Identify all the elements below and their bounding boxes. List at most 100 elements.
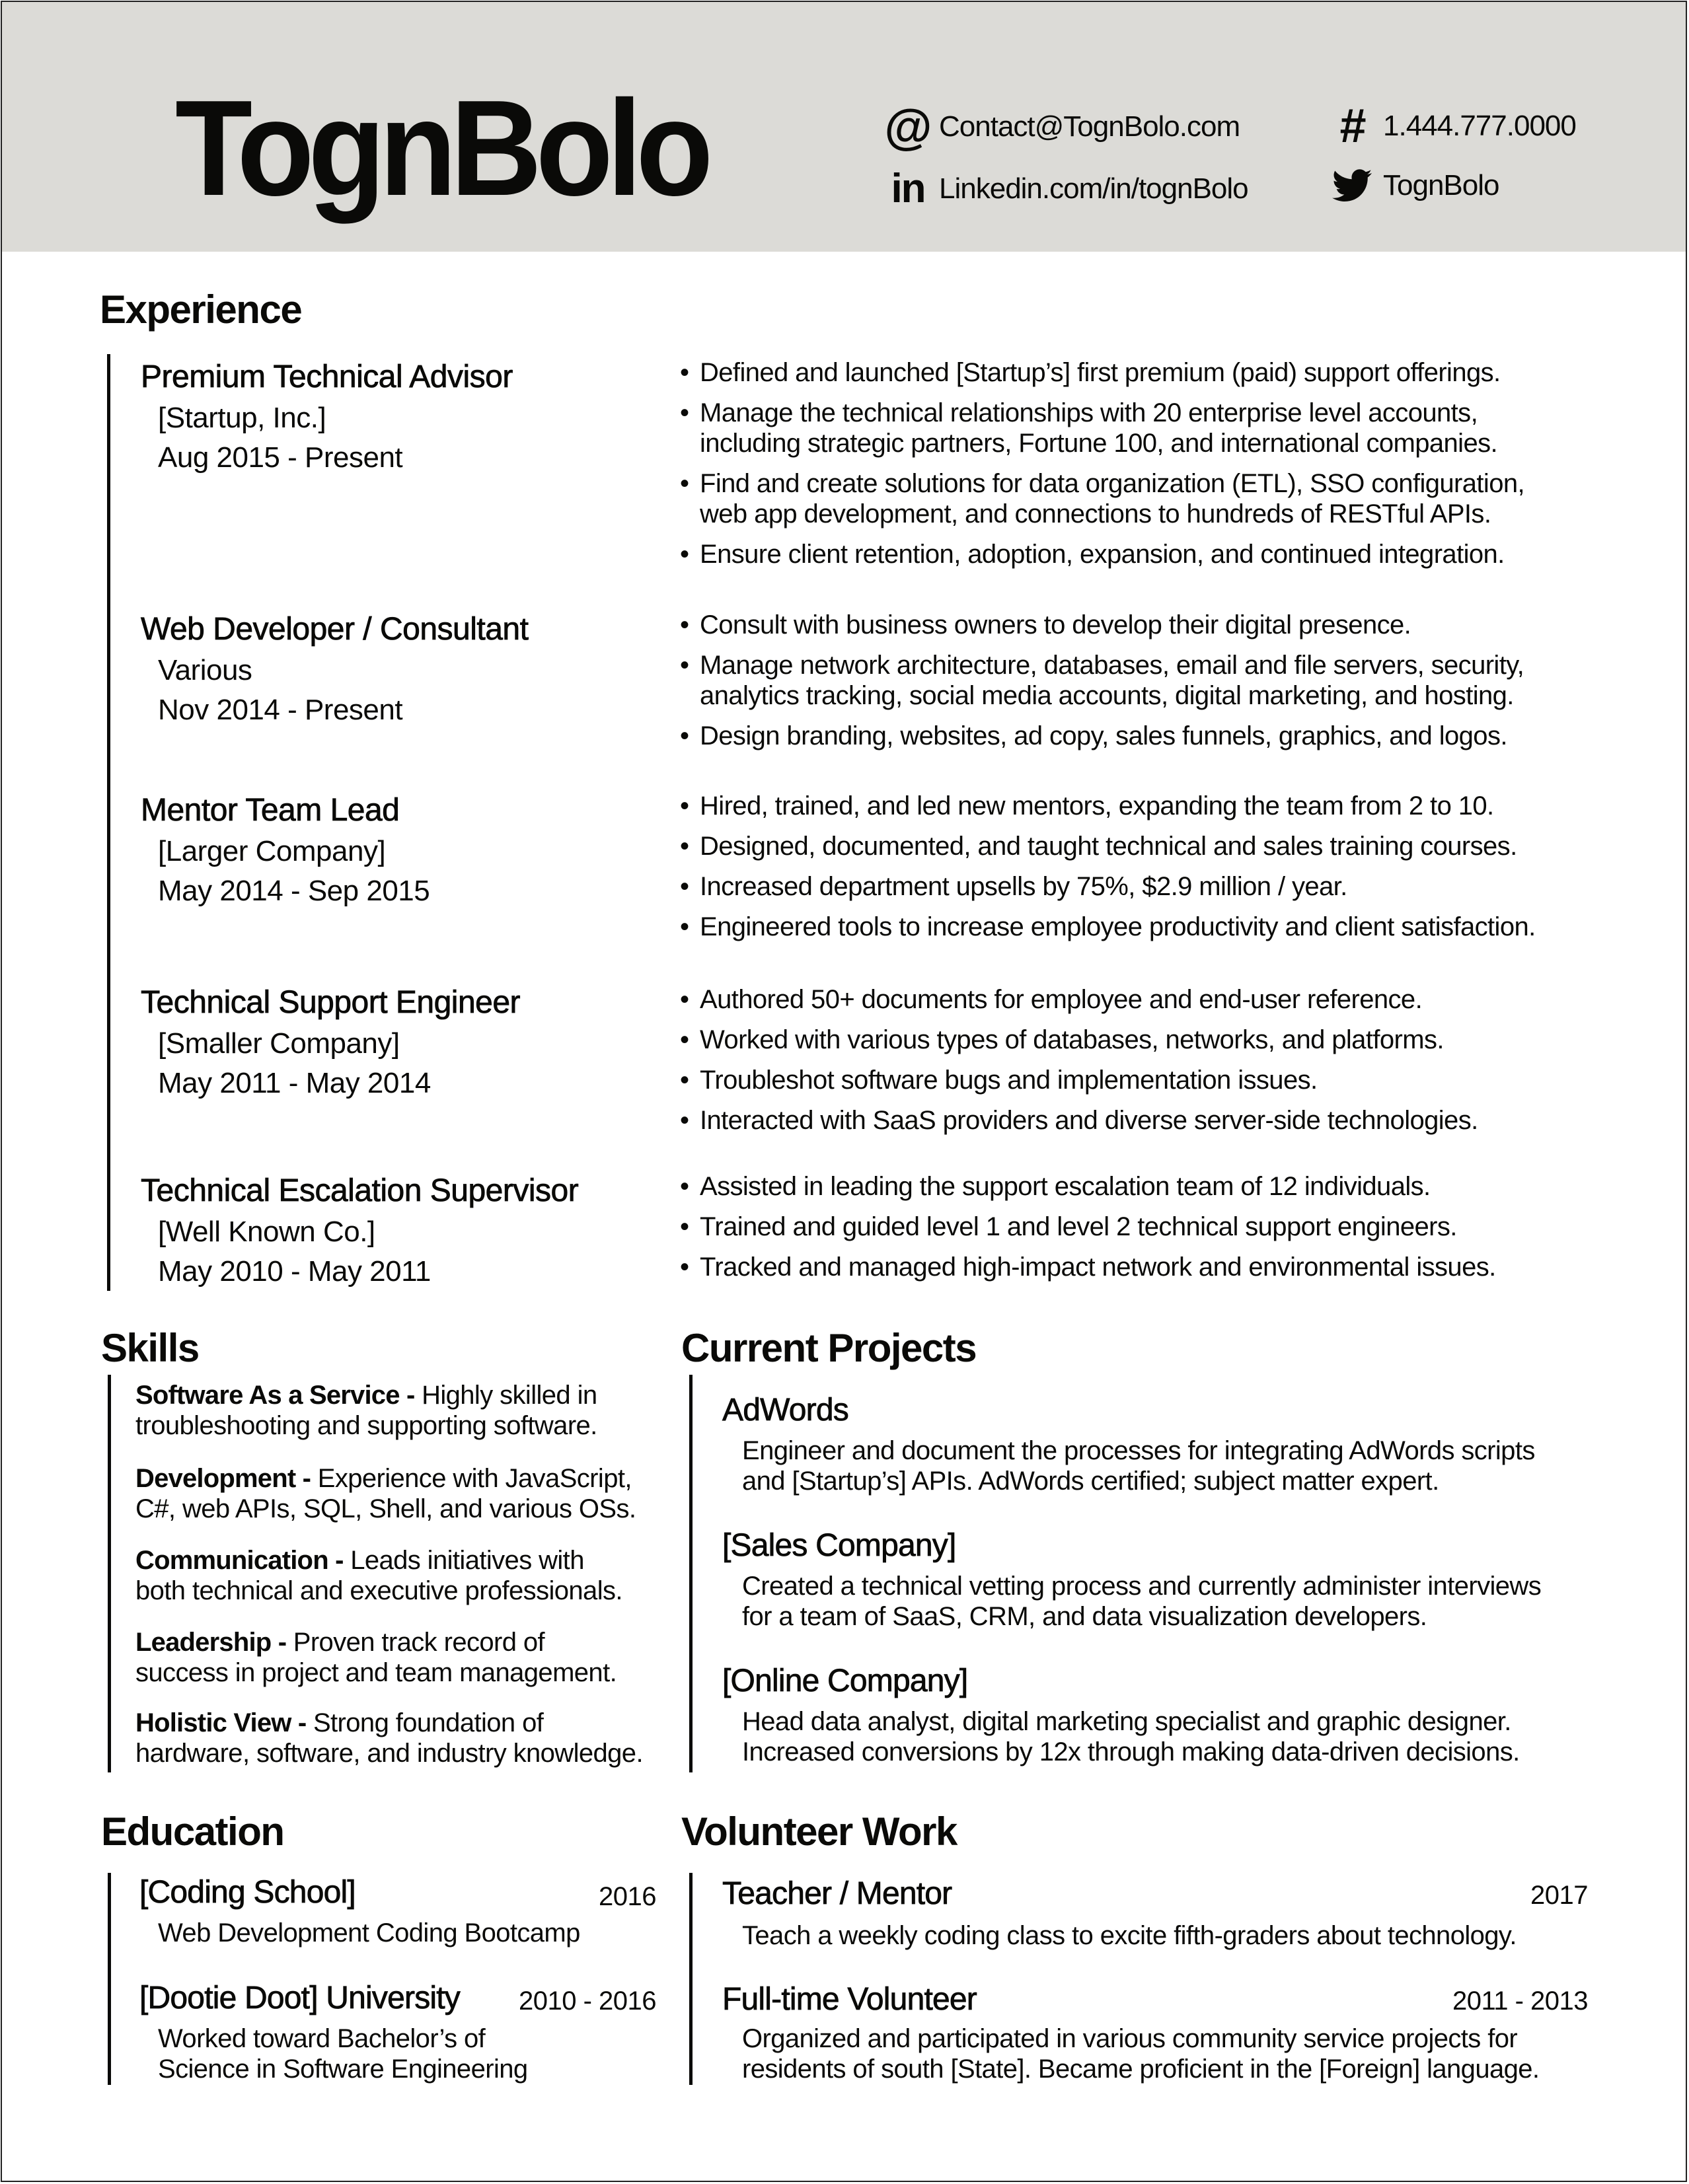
hash-icon: # bbox=[1339, 100, 1365, 153]
volunteer-divider bbox=[689, 1873, 693, 2085]
email-text[interactable]: Contact@TognBolo.com bbox=[939, 110, 1240, 143]
candidate-name: TognBolo bbox=[175, 72, 713, 224]
school-years: 2010 - 2016 bbox=[518, 1986, 657, 2016]
bullet-item: Designed, documented, and taught technic… bbox=[680, 831, 1618, 861]
skill-name: Development - bbox=[135, 1464, 311, 1493]
job-dates: May 2014 - Sep 2015 bbox=[158, 875, 430, 907]
job-bullets: Defined and launched [Startup’s] first p… bbox=[680, 357, 1618, 579]
job-dates: May 2011 - May 2014 bbox=[158, 1067, 431, 1099]
skill-desc: Proven track record of bbox=[293, 1628, 545, 1657]
twitter-text[interactable]: TognBolo bbox=[1383, 169, 1499, 202]
school-desc-line: Worked toward Bachelor’s of bbox=[158, 2024, 486, 2053]
volunteer-role: Full-time Volunteer bbox=[722, 1982, 978, 2017]
bullet-item: Manage network architecture, databases, … bbox=[680, 650, 1618, 711]
bullet-item: Assisted in leading the support escalati… bbox=[680, 1171, 1618, 1202]
linkedin-text[interactable]: Linkedin.com/in/tognBolo bbox=[939, 172, 1249, 205]
volunteer-desc: Organized and participated in various co… bbox=[742, 2023, 1540, 2084]
header-band: TognBolo @ Contact@TognBolo.com in Linke… bbox=[2, 2, 1686, 252]
bullet-item: Hired, trained, and led new mentors, exp… bbox=[680, 791, 1618, 821]
contact-linkedin[interactable]: in Linkedin.com/in/tognBolo bbox=[886, 168, 1248, 209]
education-divider bbox=[108, 1873, 111, 2085]
school-desc: Worked toward Bachelor’s of Science in S… bbox=[158, 2023, 528, 2084]
job-dates: Aug 2015 - Present bbox=[158, 441, 403, 474]
experience-heading: Experience bbox=[100, 287, 303, 332]
bullet-item: Ensure client retention, adoption, expan… bbox=[680, 539, 1618, 569]
contact-email[interactable]: @ Contact@TognBolo.com bbox=[884, 102, 1240, 151]
bullet-item: Engineered tools to increase employee pr… bbox=[680, 912, 1618, 942]
project-desc: Head data analyst, digital marketing spe… bbox=[742, 1706, 1601, 1767]
project-desc-line: Head data analyst, digital marketing spe… bbox=[742, 1707, 1511, 1736]
job-bullets: Authored 50+ documents for employee and … bbox=[680, 984, 1618, 1146]
contact-phone[interactable]: # 1.444.777.0000 bbox=[1330, 102, 1576, 150]
school-desc-line: Science in Software Engineering bbox=[158, 2055, 528, 2084]
bullet-item: Trained and guided level 1 and level 2 t… bbox=[680, 1212, 1618, 1242]
education-heading: Education bbox=[101, 1809, 285, 1854]
bullet-item: Tracked and managed high-impact network … bbox=[680, 1252, 1618, 1282]
skill-desc-cont: troubleshooting and supporting software. bbox=[135, 1411, 597, 1440]
project-desc-line: Created a technical vetting process and … bbox=[742, 1572, 1542, 1601]
job-bullets: Consult with business owners to develop … bbox=[680, 610, 1618, 761]
skill-name: Leadership - bbox=[135, 1628, 287, 1657]
bullet-item: Worked with various types of databases, … bbox=[680, 1025, 1618, 1055]
school-years: 2016 bbox=[599, 1882, 656, 1911]
bullet-item: Troubleshot software bugs and implementa… bbox=[680, 1065, 1618, 1095]
project-desc-line: and [Startup’s] APIs. AdWords certified;… bbox=[742, 1467, 1439, 1496]
projects-divider bbox=[689, 1375, 693, 1772]
skill-name: Communication - bbox=[135, 1546, 344, 1575]
job-company: [Well Known Co.] bbox=[158, 1216, 375, 1248]
bullet-item: Find and create solutions for data organ… bbox=[680, 468, 1618, 529]
project-desc-line: for a team of SaaS, CRM, and data visual… bbox=[742, 1602, 1427, 1631]
project-desc: Created a technical vetting process and … bbox=[742, 1571, 1601, 1632]
project-name: [Online Company] bbox=[722, 1663, 969, 1698]
project-name: AdWords bbox=[722, 1393, 850, 1428]
skill-desc-cont: success in project and team management. bbox=[135, 1658, 617, 1687]
twitter-bird-svg bbox=[1332, 169, 1372, 201]
resume-page: TognBolo @ Contact@TognBolo.com in Linke… bbox=[1, 1, 1687, 2182]
bullet-item: Manage the technical relationships with … bbox=[680, 398, 1618, 458]
skill-desc: Highly skilled in bbox=[422, 1381, 597, 1410]
project-desc: Engineer and document the processes for … bbox=[742, 1436, 1601, 1496]
skill-desc: Leads initiatives with bbox=[350, 1546, 584, 1575]
skill-desc: Strong foundation of bbox=[313, 1708, 544, 1737]
job-title: Mentor Team Lead bbox=[141, 793, 400, 828]
school-name: [Coding School] bbox=[139, 1875, 356, 1910]
volunteer-years: 2011 - 2013 bbox=[1452, 1986, 1589, 2016]
volunteer-heading: Volunteer Work bbox=[681, 1809, 957, 1854]
project-name: [Sales Company] bbox=[722, 1528, 957, 1563]
project-desc-line: Engineer and document the processes for … bbox=[742, 1436, 1535, 1465]
skill-desc-cont: both technical and executive professiona… bbox=[135, 1576, 623, 1605]
skill-desc: Experience with JavaScript, bbox=[317, 1464, 632, 1493]
bullet-item: Authored 50+ documents for employee and … bbox=[680, 984, 1618, 1015]
job-dates: Nov 2014 - Present bbox=[158, 694, 403, 726]
bullet-item: Consult with business owners to develop … bbox=[680, 610, 1618, 640]
job-dates: May 2010 - May 2011 bbox=[158, 1255, 431, 1288]
projects-heading: Current Projects bbox=[681, 1326, 977, 1370]
job-title: Web Developer / Consultant bbox=[141, 612, 529, 647]
job-title: Technical Escalation Supervisor bbox=[141, 1173, 579, 1208]
phone-text[interactable]: 1.444.777.0000 bbox=[1383, 110, 1577, 143]
volunteer-role: Teacher / Mentor bbox=[722, 1876, 953, 1911]
skill-item: Development - Experience with JavaScript… bbox=[135, 1463, 684, 1524]
skill-desc-cont: C#, web APIs, SQL, Shell, and various OS… bbox=[135, 1494, 636, 1523]
skills-heading: Skills bbox=[101, 1326, 200, 1370]
contact-twitter[interactable]: TognBolo bbox=[1330, 168, 1499, 203]
skill-item: Holistic View - Strong foundation of har… bbox=[135, 1708, 684, 1768]
job-company: Various bbox=[158, 654, 252, 686]
school-desc: Web Development Coding Bootcamp bbox=[158, 1918, 580, 1947]
volunteer-desc: Teach a weekly coding class to excite fi… bbox=[742, 1921, 1517, 1950]
skill-name: Holistic View - bbox=[135, 1708, 307, 1737]
skill-name: Software As a Service - bbox=[135, 1381, 415, 1410]
job-company: [Smaller Company] bbox=[158, 1027, 400, 1060]
bullet-item: Interacted with SaaS providers and diver… bbox=[680, 1105, 1618, 1136]
project-desc-line: Increased conversions by 12x through mak… bbox=[742, 1737, 1520, 1766]
linkedin-icon: in bbox=[891, 166, 926, 211]
job-bullets: Assisted in leading the support escalati… bbox=[680, 1171, 1618, 1292]
school-name: [Dootie Doot] University bbox=[139, 1981, 461, 2016]
job-company: [Larger Company] bbox=[158, 835, 386, 867]
volunteer-desc-line: Organized and participated in various co… bbox=[742, 2024, 1518, 2053]
bullet-item: Defined and launched [Startup’s] first p… bbox=[680, 357, 1618, 388]
job-title: Premium Technical Advisor bbox=[141, 359, 513, 394]
skills-divider bbox=[108, 1375, 111, 1772]
skill-item: Software As a Service - Highly skilled i… bbox=[135, 1380, 684, 1441]
volunteer-years: 2017 bbox=[1530, 1881, 1588, 1910]
